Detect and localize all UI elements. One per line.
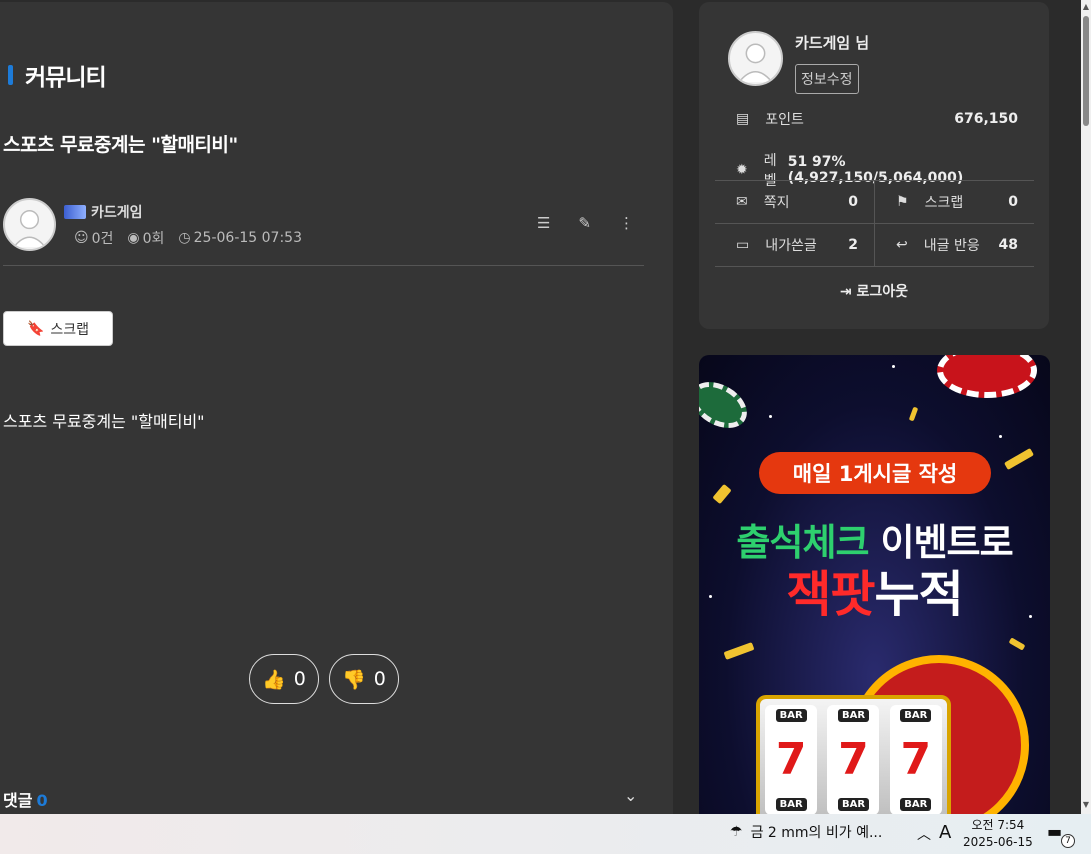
scrap-button[interactable]: 🔖 스크랩 bbox=[3, 311, 113, 346]
clock[interactable]: 오전 7:54 2025-06-15 bbox=[963, 817, 1033, 851]
dislike-button[interactable]: 👎 0 bbox=[329, 654, 399, 704]
scroll-up-icon[interactable]: ▲ bbox=[1081, 2, 1091, 11]
section-heading: 커뮤니티 bbox=[8, 58, 107, 92]
clock-time: 오전 7:54 bbox=[971, 818, 1025, 832]
point-icon: ▤ bbox=[736, 111, 750, 127]
my-posts-link[interactable]: ▭ 내가쓴글 2 bbox=[715, 224, 874, 266]
ad-subheadline: 잭팟누적 bbox=[786, 566, 963, 623]
scrap-label: 스크랩 bbox=[50, 321, 90, 338]
memo-link[interactable]: ✉ 쪽지 0 bbox=[715, 181, 874, 223]
post-body: 스포츠 무료중계는 "할매티비" bbox=[3, 412, 205, 431]
logout-icon: ⇥ bbox=[839, 284, 852, 300]
list-icon[interactable]: ☰ bbox=[537, 214, 550, 232]
author-nickname: 카드게임 bbox=[91, 205, 143, 221]
mail-icon: ✉ bbox=[736, 194, 748, 210]
comments-header: 댓글 0 bbox=[3, 787, 48, 811]
point-row[interactable]: ▤ 포인트 676,150 bbox=[736, 109, 1018, 129]
edit-profile-button[interactable]: 정보수정 bbox=[795, 64, 859, 94]
logout-button[interactable]: ⇥ 로그아웃 bbox=[699, 281, 1049, 301]
more-icon[interactable]: ⋮ bbox=[619, 214, 634, 232]
windows-taskbar: ☂ 금 2 mm의 비가 예... ︿ A 오전 7:54 2025-06-15… bbox=[0, 814, 1091, 854]
author-name[interactable]: 카드게임 bbox=[64, 202, 143, 222]
eye-icon: ◉ bbox=[127, 230, 140, 246]
ad-pill: 매일 1게시글 작성 bbox=[759, 452, 991, 494]
clock-date: 2025-06-15 bbox=[963, 835, 1033, 849]
post-title: 스포츠 무료중계는 "할매티비" bbox=[3, 134, 238, 156]
notification-count: 7 bbox=[1061, 834, 1075, 848]
weather-widget[interactable]: ☂ 금 2 mm의 비가 예... bbox=[730, 822, 882, 842]
chevron-down-icon[interactable]: ⌄ bbox=[624, 786, 637, 805]
slot-machine-icon: BAR 7 BAR BAR 7 BAR BAR 7 BAR bbox=[756, 695, 951, 814]
jackpot-ad-banner[interactable]: 매일 1게시글 작성 출석체크 이벤트로 잭팟누적 BAR 7 BAR BAR 7 BA… bbox=[699, 355, 1050, 814]
section-title: 커뮤니티 bbox=[25, 65, 107, 91]
comment-icon: ☺ bbox=[74, 230, 89, 246]
level-icon: ✹ bbox=[736, 162, 748, 178]
casino-chip-icon bbox=[699, 372, 755, 438]
post-actions: ☰ ✎ ⋮ bbox=[537, 214, 634, 232]
member-panel: 카드게임 님 정보수정 ▤ 포인트 676,150 ✹ 레벨 51 97% (4,9… bbox=[699, 2, 1049, 329]
dislike-count: 0 bbox=[373, 668, 386, 690]
flag-icon: ⚑ bbox=[896, 194, 909, 210]
view-count: ◉ 0회 bbox=[127, 230, 165, 247]
comment-count: ☺ 0건 bbox=[74, 230, 114, 247]
like-button[interactable]: 👍 0 bbox=[249, 654, 319, 704]
umbrella-icon: ☂ bbox=[730, 824, 743, 840]
post-meta: ☺ 0건 ◉ 0회 ◷ 25-06-15 07:53 bbox=[74, 228, 302, 248]
scrap-link[interactable]: ⚑ 스크랩 0 bbox=[875, 181, 1034, 223]
comments-count: 0 bbox=[36, 791, 48, 810]
casino-chip-icon bbox=[937, 355, 1037, 398]
scroll-down-icon[interactable]: ▼ bbox=[1081, 800, 1091, 809]
scrollbar-thumb[interactable] bbox=[1083, 16, 1089, 126]
post-datetime: ◷ 25-06-15 07:53 bbox=[178, 230, 302, 246]
page-scrollbar[interactable]: ▲ ▼ bbox=[1081, 0, 1091, 814]
reactions-link[interactable]: ↩ 내글 반응 48 bbox=[875, 224, 1034, 266]
clock-icon: ◷ bbox=[178, 230, 191, 246]
comments-label: 댓글 bbox=[3, 791, 33, 810]
like-count: 0 bbox=[293, 668, 306, 690]
thumbs-down-icon: 👎 bbox=[342, 668, 366, 691]
member-name: 카드게임 님 bbox=[795, 34, 870, 52]
level-badge-icon bbox=[64, 205, 86, 219]
point-value: 676,150 bbox=[954, 111, 1018, 127]
chevron-up-icon[interactable]: ︿ bbox=[917, 824, 931, 844]
accent-bar bbox=[8, 65, 13, 85]
document-icon: ▭ bbox=[736, 237, 750, 253]
weather-text: 금 2 mm의 비가 예... bbox=[750, 825, 883, 841]
post-panel: 커뮤니티 스포츠 무료중계는 "할매티비" 카드게임 ☺ 0건 ◉ 0회 ◷ 25-0… bbox=[0, 2, 673, 814]
edit-icon[interactable]: ✎ bbox=[578, 214, 591, 232]
member-stats-grid: ✉ 쪽지 0 ⚑ 스크랩 0 ▭ 내가쓴글 2 ↩ 내글 반응 48 bbox=[715, 180, 1034, 267]
thumbs-up-icon: 👍 bbox=[262, 668, 286, 691]
ime-indicator[interactable]: A bbox=[939, 822, 951, 843]
chat-icon: ▬ bbox=[1047, 822, 1063, 841]
author-bar: 카드게임 ☺ 0건 ◉ 0회 ◷ 25-06-15 07:53 ☰ ✎ ⋮ bbox=[3, 198, 644, 266]
bookmark-icon: 🔖 bbox=[26, 320, 45, 337]
member-avatar[interactable] bbox=[728, 31, 783, 86]
reply-icon: ↩ bbox=[896, 237, 908, 253]
author-avatar[interactable] bbox=[3, 198, 56, 251]
notification-center[interactable]: ▬ 7 bbox=[1047, 822, 1075, 848]
